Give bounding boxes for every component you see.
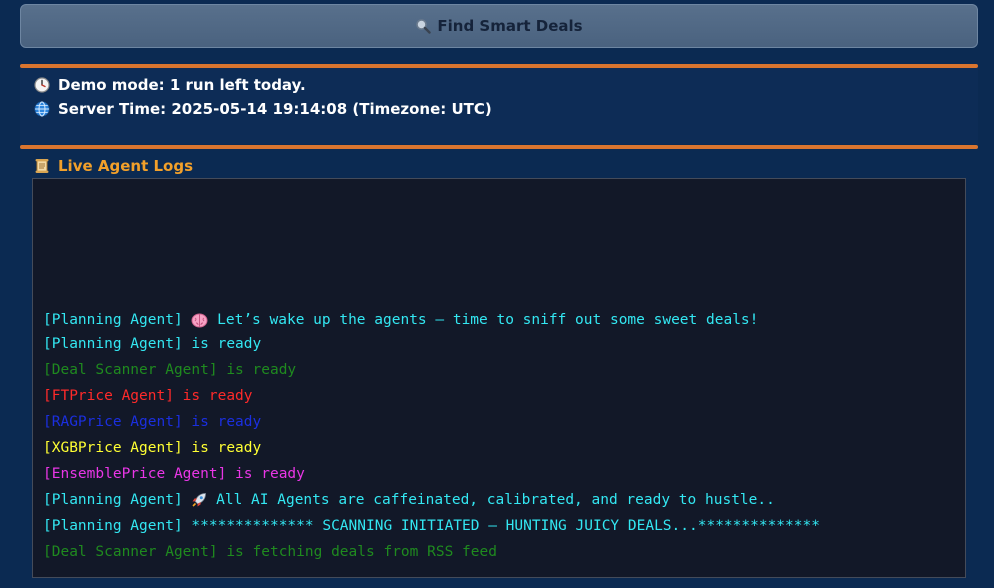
live-agent-logs-heading: Live Agent Logs [34,157,193,175]
divider-logs [20,145,978,149]
log-line: [Deal Scanner Agent] is ready [43,362,297,378]
find-smart-deals-button[interactable]: Find Smart Deals [20,4,978,48]
brain-icon [191,313,208,328]
log-line: [Planning Agent] Let’s wake up the agent… [43,312,759,328]
log-output-panel[interactable]: [Planning Agent] Let’s wake up the agent… [32,178,966,578]
find-smart-deals-label: Find Smart Deals [437,17,583,35]
globe-icon [34,101,50,117]
clock-icon [34,77,50,93]
server-time-text: Server Time: 2025-05-14 19:14:08 (Timezo… [58,100,492,118]
scroll-icon [34,158,50,174]
demo-mode-text: Demo mode: 1 run left today. [58,76,306,94]
log-line: [EnsemblePrice Agent] is ready [43,466,305,482]
log-line: [FTPrice Agent] is ready [43,388,253,404]
log-line: [Planning Agent] All AI Agents are caffe… [43,492,775,508]
log-line: [Planning Agent] is ready [43,336,262,352]
log-line: [RAGPrice Agent] is ready [43,414,262,430]
status-panel: Demo mode: 1 run left today. Server Time… [20,68,978,144]
demo-mode-status: Demo mode: 1 run left today. [34,76,306,94]
rocket-icon [191,492,207,508]
log-line: [XGBPrice Agent] is ready [43,440,262,456]
magnifier-icon [415,18,432,34]
log-line: [Deal Scanner Agent] is fetching deals f… [43,544,497,560]
server-time-status: Server Time: 2025-05-14 19:14:08 (Timezo… [34,100,492,118]
live-agent-logs-title: Live Agent Logs [58,157,193,175]
log-line: [Planning Agent] ************** SCANNING… [43,518,820,534]
